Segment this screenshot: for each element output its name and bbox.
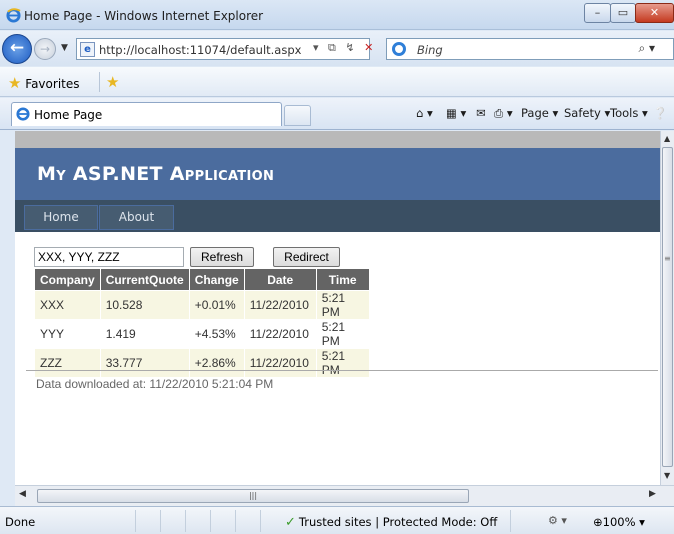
- cell-time: 5:21 PM: [315, 348, 370, 378]
- left-frame: [0, 131, 15, 506]
- cell-date: 11/22/2010: [243, 348, 317, 378]
- cell-quote: 1.419: [99, 319, 190, 349]
- tab-command-bar: Home Page ⌂ ▾ ▦ ▾ ✉ ⎙ ▾ Page ▾ Safety ▾ …: [0, 98, 674, 130]
- cell-change: +4.53%: [188, 319, 245, 349]
- cell-change: +0.01%: [188, 290, 245, 320]
- security-zone[interactable]: ✓ Trusted sites | Protected Mode: Off: [285, 515, 497, 530]
- cell-time: 5:21 PM: [315, 319, 370, 349]
- help-icon[interactable]: ❔: [653, 106, 667, 120]
- mail-icon[interactable]: ✉: [476, 106, 486, 120]
- favorites-label: Favorites: [25, 77, 80, 91]
- history-dropdown-icon[interactable]: ▼: [61, 43, 68, 53]
- close-button[interactable]: ✕: [635, 3, 674, 23]
- address-tools-icons[interactable]: ▾ ⧉ ↯ ✕: [313, 41, 376, 55]
- back-button[interactable]: ←: [2, 34, 32, 64]
- add-favorite-icon[interactable]: ★: [106, 73, 119, 91]
- status-text: Done: [5, 515, 36, 529]
- favorites-separator: [99, 72, 100, 92]
- site-menu: Home About: [15, 200, 660, 232]
- zoom-text: 100%: [602, 515, 636, 529]
- print-icon[interactable]: ⎙ ▾: [494, 106, 513, 121]
- status-divider: [135, 510, 136, 532]
- content-divider: [26, 370, 658, 371]
- vertical-scrollbar[interactable]: ▲ ≡ ▼: [660, 131, 674, 485]
- refresh-button[interactable]: Refresh: [190, 247, 254, 267]
- bing-icon: [392, 42, 406, 56]
- quotes-table: Company CurrentQuote Change Date Time XX…: [34, 268, 370, 378]
- cell-change: +2.86%: [188, 348, 245, 378]
- url-text[interactable]: http://localhost:11074/default.aspx: [99, 43, 311, 57]
- favorites-star-icon: ★: [8, 74, 22, 92]
- maximize-button[interactable]: ▭: [610, 3, 636, 23]
- page-viewport: My ASP.NET Application Home About Refres…: [15, 131, 660, 485]
- search-field[interactable]: Bing ⌕ ▾: [386, 38, 674, 60]
- horizontal-scroll-thumb[interactable]: |||: [37, 489, 469, 503]
- table-row: XXX 10.528 +0.01% 11/22/2010 5:21 PM: [34, 290, 370, 320]
- status-divider: [260, 510, 261, 532]
- site-title: My ASP.NET Application: [37, 163, 275, 185]
- cell-quote: 33.777: [99, 348, 190, 378]
- status-divider: [510, 510, 511, 532]
- horizontal-scrollbar[interactable]: ◀ ||| ▶: [15, 485, 674, 506]
- new-tab-button[interactable]: [284, 105, 311, 126]
- status-divider: [185, 510, 186, 532]
- menu-home[interactable]: Home: [24, 205, 98, 230]
- vertical-scroll-thumb[interactable]: [662, 147, 673, 467]
- downloaded-timestamp: Data downloaded at: 11/22/2010 5:21:04 P…: [36, 377, 274, 391]
- window-titlebar: Home Page - Windows Internet Explorer – …: [0, 0, 674, 30]
- column-header-date: Date: [243, 268, 317, 291]
- page-top-strip: [15, 131, 660, 148]
- scroll-grip-icon: ≡: [664, 254, 671, 263]
- tools-menu[interactable]: Tools ▾: [610, 106, 648, 120]
- status-bar: Done ✓ Trusted sites | Protected Mode: Of…: [0, 506, 674, 534]
- home-icon[interactable]: ⌂ ▾: [416, 106, 433, 120]
- page-icon: e: [80, 42, 95, 57]
- cell-date: 11/22/2010: [243, 319, 317, 349]
- tab-home-page[interactable]: Home Page: [11, 102, 282, 126]
- cell-quote: 10.528: [99, 290, 190, 320]
- window-title: Home Page - Windows Internet Explorer: [24, 9, 264, 23]
- favorites-button[interactable]: ★ Favorites: [8, 74, 80, 92]
- scroll-up-icon[interactable]: ▲: [664, 134, 670, 143]
- safety-menu[interactable]: Safety ▾: [564, 106, 610, 120]
- cell-time: 5:21 PM: [315, 290, 370, 320]
- cell-date: 11/22/2010: [243, 290, 317, 320]
- symbols-input[interactable]: [34, 247, 184, 267]
- tab-label: Home Page: [34, 108, 103, 122]
- zone-text: Trusted sites | Protected Mode: Off: [298, 515, 498, 529]
- status-divider: [210, 510, 211, 532]
- table-header-row: Company CurrentQuote Change Date Time: [34, 268, 370, 291]
- table-row: YYY 1.419 +4.53% 11/22/2010 5:21 PM: [34, 319, 370, 349]
- search-placeholder: Bing: [417, 43, 443, 57]
- status-divider: [235, 510, 236, 532]
- column-header-change: Change: [188, 268, 245, 291]
- cell-company: YYY: [34, 319, 101, 349]
- menu-about[interactable]: About: [99, 205, 174, 230]
- column-header-company: Company: [34, 268, 101, 291]
- column-header-time: Time: [315, 268, 370, 291]
- favorites-bar: ★ Favorites ★: [0, 67, 674, 97]
- page-menu[interactable]: Page ▾: [521, 106, 558, 120]
- address-toolbar: ← → ▼ e http://localhost:11074/default.a…: [0, 31, 674, 66]
- ie-logo-icon: [6, 8, 21, 26]
- address-field[interactable]: e http://localhost:11074/default.aspx ▾ …: [76, 38, 373, 60]
- cell-company: XXX: [34, 290, 101, 320]
- feeds-icon[interactable]: ▦ ▾: [446, 106, 466, 120]
- minimize-button[interactable]: –: [584, 3, 611, 23]
- zoom-level[interactable]: ⊕100% ▾: [593, 515, 645, 529]
- site-header: My ASP.NET Application: [15, 148, 660, 200]
- forward-button[interactable]: →: [34, 38, 56, 60]
- scroll-down-icon[interactable]: ▼: [664, 471, 670, 480]
- tab-ie-icon: [16, 107, 30, 124]
- checkmark-icon: ✓: [285, 515, 296, 530]
- table-row: ZZZ 33.777 +2.86% 11/22/2010 5:21 PM: [34, 348, 370, 378]
- search-icon[interactable]: ⌕ ▾: [638, 41, 655, 56]
- status-divider: [160, 510, 161, 532]
- redirect-button[interactable]: Redirect: [273, 247, 340, 267]
- scroll-right-icon[interactable]: ▶: [649, 489, 656, 499]
- gadget-icon[interactable]: ⚙ ▾: [548, 514, 567, 527]
- cell-company: ZZZ: [34, 348, 101, 378]
- scroll-left-icon[interactable]: ◀: [19, 489, 26, 499]
- column-header-currentquote: CurrentQuote: [99, 268, 190, 291]
